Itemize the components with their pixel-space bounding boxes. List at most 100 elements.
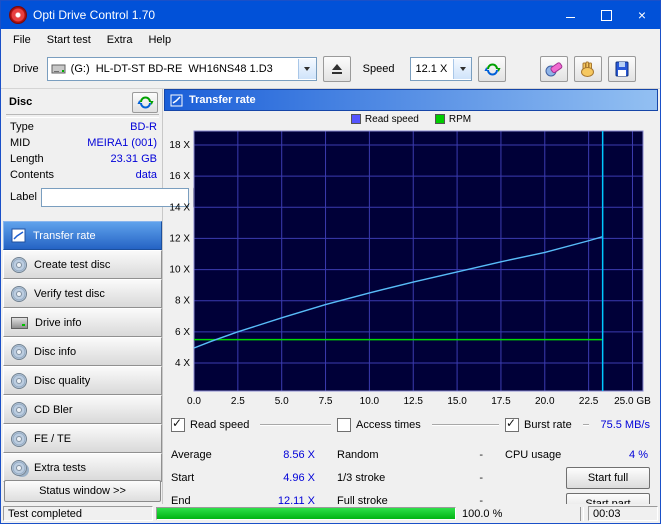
disc-panel-header: Disc: [3, 89, 162, 113]
svg-text:18 X: 18 X: [169, 140, 190, 151]
speed-label: Speed: [363, 63, 395, 75]
chart-legend: Read speed RPM: [164, 111, 658, 127]
svg-text:20.0: 20.0: [535, 396, 555, 407]
field-value: MEIRA1 (001): [87, 137, 157, 149]
checkbox-label: Burst rate: [524, 419, 572, 431]
sidebar-item-extra-tests[interactable]: Extra tests: [3, 453, 162, 482]
disc-field-length: Length 23.31 GB: [3, 151, 162, 167]
field-value: 23.31 GB: [111, 153, 157, 165]
legend-label: Read speed: [365, 114, 419, 125]
transfer-rate-header-icon: [170, 94, 183, 107]
speed-dropdown-button[interactable]: [453, 59, 471, 79]
status-message-cell: Test completed: [3, 506, 153, 521]
svg-text:15.0: 15.0: [447, 396, 467, 407]
left-panel: Disc Type BD-R MID MEIRA1 (001) Length 2…: [3, 89, 163, 504]
svg-text:6 X: 6 X: [175, 327, 190, 338]
toolbar-icon-group: [534, 56, 636, 82]
sidebar-item-label: Extra tests: [34, 462, 86, 474]
start-full-button[interactable]: Start full: [566, 467, 650, 489]
sidebar-item-disc-info[interactable]: Disc info: [3, 337, 162, 366]
contents-link[interactable]: data: [136, 169, 157, 181]
svg-text:14 X: 14 X: [169, 202, 190, 213]
separator-line: [6, 114, 159, 118]
separator-line: [260, 424, 331, 426]
elapsed-time-cell: 00:03: [588, 506, 658, 521]
stat-label: Start: [171, 472, 283, 484]
drive-select[interactable]: (G:) HL-DT-ST BD-RE WH16NS48 1.D3: [47, 57, 317, 81]
read-speed-checkbox[interactable]: [171, 418, 185, 432]
svg-text:10.0: 10.0: [360, 396, 380, 407]
sidebar-item-drive-info[interactable]: Drive info: [3, 308, 162, 337]
field-label: Type: [10, 121, 130, 133]
transfer-rate-icon: [11, 228, 26, 243]
svg-text:10 X: 10 X: [169, 265, 190, 276]
maximize-button[interactable]: [588, 1, 624, 29]
checkbox-row: Read speed Access times Burst rate 75.5 …: [171, 415, 654, 435]
grab-tool-button[interactable]: [574, 56, 602, 82]
sidebar-item-label: FE / TE: [34, 433, 71, 445]
sidebar-item-cd-bler[interactable]: CD Bler: [3, 395, 162, 424]
svg-text:17.5: 17.5: [491, 396, 511, 407]
stat-value: -: [479, 449, 483, 461]
chevron-down-icon: [304, 67, 310, 71]
erase-disc-button[interactable]: [540, 56, 568, 82]
rpm-swatch-icon: [435, 114, 445, 124]
section-header: Transfer rate: [164, 89, 658, 111]
save-button[interactable]: [608, 56, 636, 82]
field-label: Contents: [10, 169, 136, 181]
checkbox-label: Read speed: [190, 419, 249, 431]
read-speed-swatch-icon: [351, 114, 361, 124]
svg-text:8 X: 8 X: [175, 296, 190, 307]
refresh-speeds-button[interactable]: [478, 56, 506, 82]
sidebar-item-fe-te[interactable]: FE / TE: [3, 424, 162, 453]
stat-label: Random: [337, 449, 479, 461]
save-icon: [614, 61, 630, 77]
sidebar-item-disc-quality[interactable]: Disc quality: [3, 366, 162, 395]
window-controls: ×: [552, 1, 660, 29]
maximize-icon: [601, 10, 612, 21]
speed-select[interactable]: 12.1 X: [410, 57, 472, 81]
drive-dropdown-button[interactable]: [298, 59, 316, 79]
sidebar-nav: Transfer rate Create test disc Verify te…: [3, 221, 162, 482]
disc-field-label: Label: [3, 185, 162, 209]
burst-rate-checkbox[interactable]: [505, 418, 519, 432]
svg-text:12 X: 12 X: [169, 233, 190, 244]
burst-rate-group: Burst rate 75.5 MB/s: [505, 418, 654, 432]
titlebar: Opti Drive Control 1.70 ×: [1, 1, 660, 29]
app-window: Opti Drive Control 1.70 × File Start tes…: [0, 0, 661, 524]
toolbar: Drive (G:) HL-DT-ST BD-RE WH16NS48 1.D3 …: [1, 50, 660, 89]
close-button[interactable]: ×: [624, 1, 660, 29]
field-value: BD-R: [130, 121, 157, 133]
drive-info-icon: [11, 317, 28, 329]
access-times-group: Access times: [337, 418, 505, 432]
result-controls: Read speed Access times Burst rate 75.5 …: [164, 411, 658, 515]
drive-value: (G:) HL-DT-ST BD-RE WH16NS48 1.D3: [67, 63, 277, 75]
svg-text:0.0: 0.0: [187, 396, 201, 407]
eject-button[interactable]: [323, 56, 351, 82]
sidebar-item-transfer-rate[interactable]: Transfer rate: [3, 221, 162, 250]
statusbar: Test completed 100.0 % 00:03: [1, 504, 660, 523]
sidebar-item-create-test-disc[interactable]: Create test disc: [3, 250, 162, 279]
fe-te-icon: [11, 431, 27, 447]
minimize-button[interactable]: [552, 1, 588, 29]
stat-cpu-usage: CPU usage 4 %: [505, 443, 654, 466]
svg-text:5.0: 5.0: [275, 396, 289, 407]
sidebar-item-label: Disc quality: [34, 375, 90, 387]
menu-start-test[interactable]: Start test: [39, 32, 99, 48]
stat-random: Random -: [337, 443, 505, 466]
sidebar-item-label: Drive info: [35, 317, 81, 329]
drive-icon: [51, 63, 67, 75]
menu-extra[interactable]: Extra: [99, 32, 141, 48]
access-times-checkbox[interactable]: [337, 418, 351, 432]
sidebar-item-verify-test-disc[interactable]: Verify test disc: [3, 279, 162, 308]
status-window-button[interactable]: Status window >>: [4, 480, 161, 502]
menu-file[interactable]: File: [5, 32, 39, 48]
svg-text:12.5: 12.5: [404, 396, 424, 407]
close-icon: ×: [638, 8, 646, 22]
refresh-disc-button[interactable]: [132, 92, 158, 113]
read-speed-group: Read speed: [171, 418, 337, 432]
svg-text:22.5: 22.5: [579, 396, 599, 407]
menu-help[interactable]: Help: [140, 32, 179, 48]
stat-label: 1/3 stroke: [337, 472, 479, 484]
section-title: Transfer rate: [189, 94, 256, 106]
